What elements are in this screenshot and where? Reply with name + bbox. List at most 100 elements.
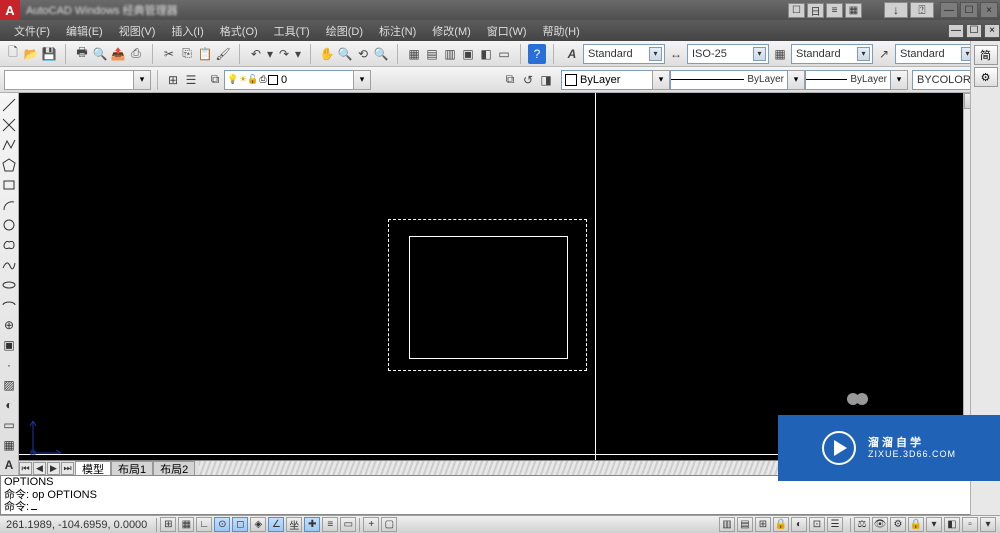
- props-icon[interactable]: ▦: [405, 44, 423, 64]
- annoscale-icon[interactable]: ⚖: [854, 517, 870, 532]
- tab-prev-icon[interactable]: ◀: [33, 462, 46, 475]
- paste-icon[interactable]: 📋: [196, 44, 214, 64]
- linetype-select[interactable]: ByLayer: [670, 70, 788, 90]
- color-select[interactable]: ByLayer: [561, 70, 653, 90]
- pline-icon[interactable]: [1, 137, 17, 153]
- print-icon[interactable]: 🖶: [73, 44, 91, 64]
- tab-layout1[interactable]: 布局1: [111, 461, 153, 475]
- status-r1[interactable]: ▥: [719, 517, 735, 532]
- menu-help[interactable]: 帮助(H): [535, 20, 588, 41]
- layiso-icon[interactable]: ◨: [537, 70, 555, 90]
- lineweight-drop[interactable]: ▾: [890, 70, 908, 90]
- spline-icon[interactable]: [1, 257, 17, 273]
- table-icon[interactable]: ▦: [1, 437, 17, 453]
- lwt-toggle[interactable]: ≡: [322, 517, 338, 532]
- circle-icon[interactable]: [1, 217, 17, 233]
- layer-select[interactable]: 💡 ☀ 🔓 ⎙ 0: [224, 70, 354, 90]
- makeblk-icon[interactable]: ▣: [1, 337, 17, 353]
- ellipse-icon[interactable]: [1, 277, 17, 293]
- isolate-icon[interactable]: ◧: [944, 517, 960, 532]
- zoomprev-icon[interactable]: ⟲: [354, 44, 372, 64]
- mleaderstyle-select[interactable]: Standard▾: [895, 44, 977, 64]
- textstyle-icon[interactable]: A: [561, 44, 583, 64]
- revcloud-icon[interactable]: [1, 237, 17, 253]
- status-r3[interactable]: ⊞: [755, 517, 771, 532]
- menu-format[interactable]: 格式(O): [212, 20, 266, 41]
- plot-icon[interactable]: ⎙: [127, 44, 145, 64]
- open-icon[interactable]: 📂: [22, 44, 40, 64]
- pan-icon[interactable]: ✋: [318, 44, 336, 64]
- redo-icon[interactable]: ↷: [275, 44, 293, 64]
- tpy-toggle[interactable]: ▭: [340, 517, 356, 532]
- cut-icon[interactable]: ✂: [160, 44, 178, 64]
- dc-icon[interactable]: ▤: [423, 44, 441, 64]
- status-r2[interactable]: ▤: [737, 517, 753, 532]
- layerprops-icon[interactable]: ⊞: [164, 70, 182, 90]
- qa-btn1[interactable]: ☐: [788, 3, 805, 18]
- polar-toggle[interactable]: ⊙: [214, 517, 230, 532]
- osnap-toggle[interactable]: ◻: [232, 517, 248, 532]
- point-icon[interactable]: ·: [1, 357, 17, 373]
- doc-minimize[interactable]: —: [948, 24, 964, 38]
- ws-switch-icon[interactable]: ⚙: [890, 517, 906, 532]
- otrack-toggle[interactable]: ∠: [268, 517, 284, 532]
- ime-toggle[interactable]: 简: [974, 45, 998, 65]
- tablestyle-icon[interactable]: ▦: [769, 44, 791, 64]
- snap-toggle[interactable]: ⊞: [160, 517, 176, 532]
- matchprop-icon[interactable]: 🖌: [214, 44, 232, 64]
- hatch-icon[interactable]: ▨: [1, 377, 17, 393]
- insertblk-icon[interactable]: ⊕: [1, 317, 17, 333]
- command-panel[interactable]: OPTIONS 命令: op OPTIONS 命令:: [0, 475, 1000, 515]
- status-r5[interactable]: ◐: [791, 517, 807, 532]
- redo-drop-icon[interactable]: ▾: [293, 44, 303, 64]
- dimstyle-icon[interactable]: ↔: [665, 44, 687, 64]
- qa-btn3[interactable]: ≡: [826, 3, 843, 18]
- menu-modify[interactable]: 修改(M): [424, 20, 479, 41]
- dyn-toggle[interactable]: ✚: [304, 517, 320, 532]
- zoomrt-icon[interactable]: 🔍: [336, 44, 354, 64]
- arc-icon[interactable]: [1, 197, 17, 213]
- status-coords[interactable]: 261.1989, -104.6959, 0.0000: [0, 519, 153, 531]
- region-icon[interactable]: ▭: [1, 417, 17, 433]
- layer-drop[interactable]: ▾: [353, 70, 371, 90]
- doc-maximize[interactable]: ☐: [966, 24, 982, 38]
- qa-btn2[interactable]: 日: [807, 3, 824, 18]
- ortho-toggle[interactable]: ∟: [196, 517, 212, 532]
- xline-icon[interactable]: [1, 117, 17, 133]
- chat-bubble-icon[interactable]: [850, 393, 868, 405]
- laymatch-icon[interactable]: ⧉: [501, 70, 519, 90]
- qcalc-icon[interactable]: ▭: [495, 44, 513, 64]
- ducs-toggle[interactable]: 坐: [286, 517, 302, 532]
- title-ext-button[interactable]: ⍰: [910, 2, 934, 18]
- tab-layout2[interactable]: 布局2: [153, 461, 195, 475]
- menu-insert[interactable]: 插入(I): [163, 20, 211, 41]
- minimize-button[interactable]: —: [940, 2, 958, 18]
- close-button[interactable]: ×: [980, 2, 998, 18]
- tab-next-icon[interactable]: ▶: [47, 462, 60, 475]
- toolbar-lock-icon[interactable]: 🔒: [908, 517, 924, 532]
- tab-model[interactable]: 模型: [75, 461, 111, 475]
- publish-icon[interactable]: 📤: [109, 44, 127, 64]
- textstyle-select[interactable]: Standard▾: [583, 44, 665, 64]
- ellipsearc-icon[interactable]: [1, 297, 17, 313]
- tablestyle-select[interactable]: Standard▾: [791, 44, 873, 64]
- clean-icon[interactable]: ▫: [962, 517, 978, 532]
- menu-view[interactable]: 视图(V): [111, 20, 164, 41]
- rect-icon[interactable]: [1, 177, 17, 193]
- new-icon[interactable]: 🗋: [4, 44, 22, 64]
- tab-last-icon[interactable]: ⏭: [61, 462, 74, 475]
- polygon-icon[interactable]: [1, 157, 17, 173]
- menu-edit[interactable]: 编辑(E): [58, 20, 111, 41]
- 3dosnap-toggle[interactable]: ◈: [250, 517, 266, 532]
- help-icon[interactable]: ?: [528, 44, 546, 64]
- command-input[interactable]: [4, 70, 134, 90]
- maximize-button[interactable]: ☐: [960, 2, 978, 18]
- dimstyle-select[interactable]: ISO-25▾: [687, 44, 769, 64]
- status-r6[interactable]: ⊡: [809, 517, 825, 532]
- annovis-icon[interactable]: 👁: [872, 517, 888, 532]
- color-drop[interactable]: ▾: [652, 70, 670, 90]
- doc-close[interactable]: ×: [984, 24, 1000, 38]
- lineweight-select[interactable]: ByLayer: [805, 70, 891, 90]
- zoom-icon[interactable]: 🔍: [372, 44, 390, 64]
- menu-dimension[interactable]: 标注(N): [371, 20, 424, 41]
